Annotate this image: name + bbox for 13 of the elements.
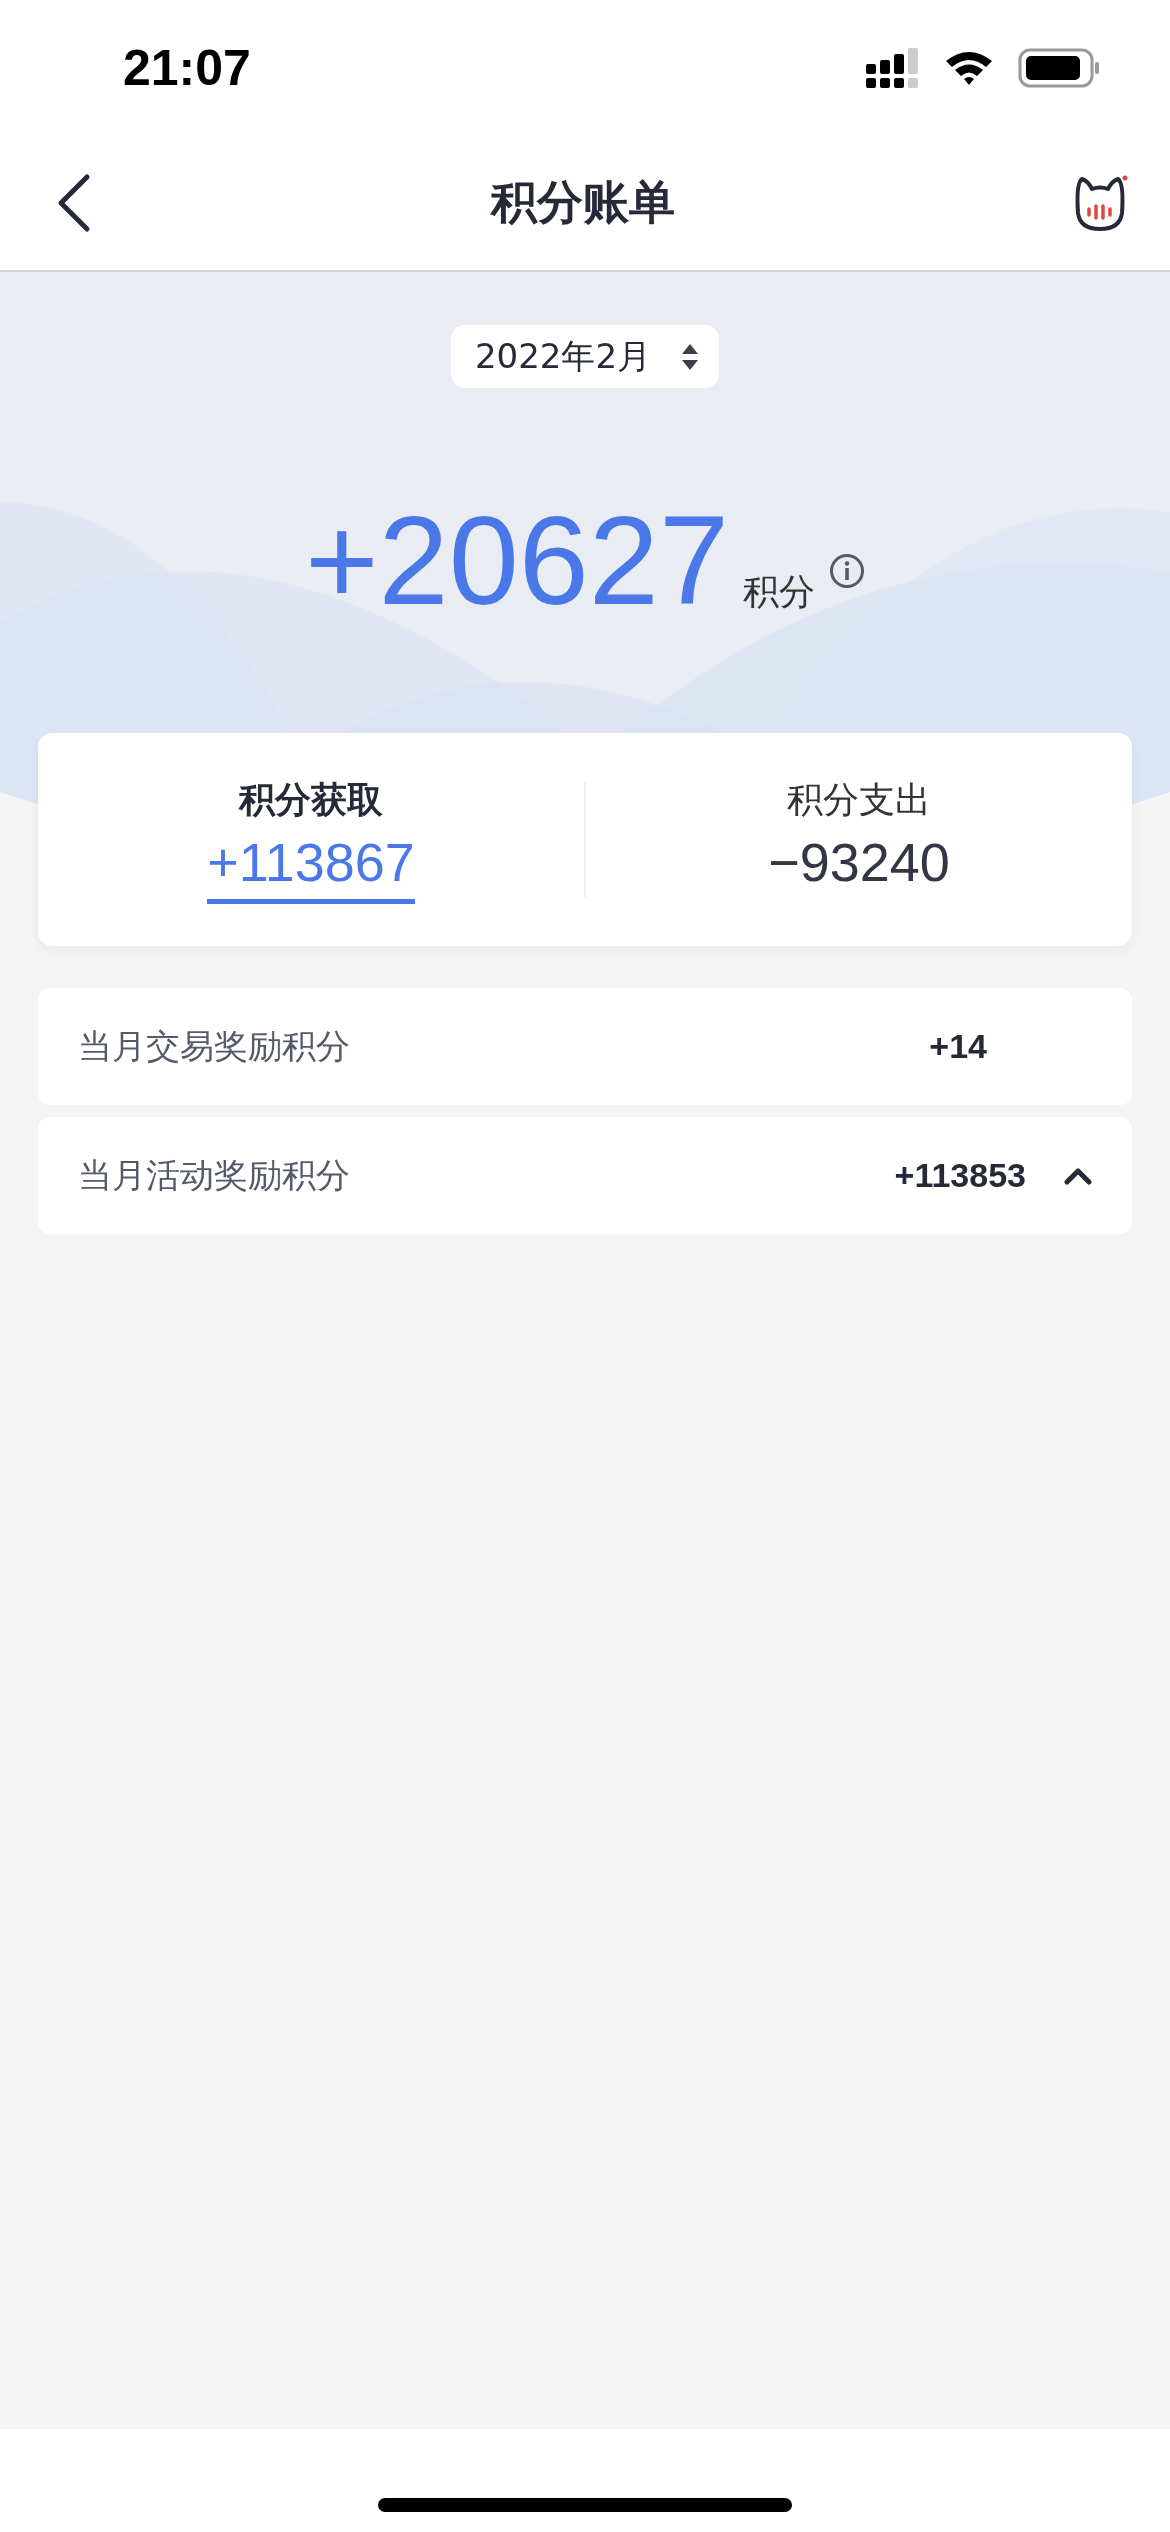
page-title: 积分账单 bbox=[490, 173, 675, 231]
points-total: +20627 bbox=[305, 489, 729, 633]
points-row[interactable]: 当月活动奖励积分 +113853 bbox=[38, 1117, 1132, 1234]
battery-icon bbox=[1018, 47, 1100, 88]
points-unit: 积分 bbox=[743, 570, 815, 614]
info-icon[interactable] bbox=[829, 552, 865, 589]
points-tab[interactable]: 积分支出 −93240 bbox=[586, 775, 1132, 904]
signal-icon bbox=[866, 47, 920, 88]
points-row[interactable]: 当月交易奖励积分 +14 bbox=[38, 988, 1132, 1105]
status-time: 21:07 bbox=[123, 38, 251, 97]
points-tab[interactable]: 积分获取 +113867 bbox=[38, 775, 584, 904]
month-picker[interactable]: 2022年2月 bbox=[450, 325, 720, 388]
sort-arrows-icon bbox=[681, 342, 700, 371]
